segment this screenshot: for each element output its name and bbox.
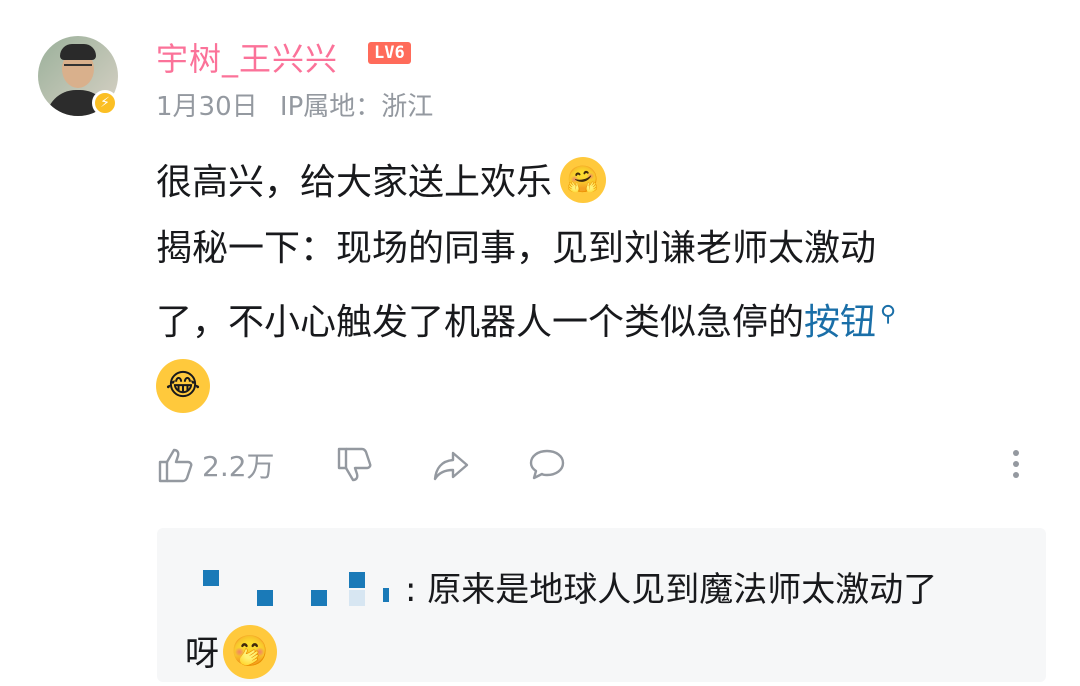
action-bar: 2.2万: [156, 438, 1036, 492]
comment-icon: [529, 449, 564, 480]
reply-line-1: : 原来是地球人见到魔法师太激动了: [185, 558, 1015, 622]
comment-line-3: 了，不小心触发了机器人一个类似急停的按钮 ⚲: [156, 302, 897, 343]
comment-line-1: 很高兴，给大家送上欢乐 🤗: [156, 150, 1036, 216]
level-badge: LV6: [368, 42, 411, 64]
share-icon: [433, 451, 468, 481]
avatar-glasses: [64, 64, 92, 72]
avatar-hair: [60, 44, 96, 60]
reply-preview[interactable]: : 原来是地球人见到魔法师太激动了 呀 🤭: [157, 528, 1046, 682]
verified-badge-icon: ⚡: [92, 90, 118, 116]
like-count: 2.2万: [202, 450, 275, 483]
like-button[interactable]: 2.2万: [156, 445, 275, 485]
thumbs-up-icon: [158, 448, 193, 483]
facepalm-laugh-emoji-icon: 🤭: [223, 624, 277, 679]
redacted-username: [185, 566, 405, 610]
reply-line-2: 呀 🤭: [185, 622, 1015, 686]
dislike-button[interactable]: [335, 445, 375, 485]
laugh-cry-emoji-icon: 😂: [156, 359, 210, 413]
comment-button[interactable]: [527, 445, 567, 485]
thumbs-down-icon: [337, 447, 371, 482]
more-options-button[interactable]: [996, 444, 1036, 484]
share-button[interactable]: [431, 445, 471, 485]
more-vertical-icon: [1013, 450, 1019, 478]
comment-line-2: 揭秘一下：现场的同事，见到刘谦老师太激动: [156, 228, 877, 269]
comment-line-4: 😂: [156, 356, 1036, 422]
search-icon[interactable]: ⚲: [880, 302, 896, 327]
comment-content: 很高兴，给大家送上欢乐 🤗 揭秘一下：现场的同事，见到刘谦老师太激动 了，不小心触…: [156, 150, 1036, 422]
search-link[interactable]: 按钮: [804, 302, 876, 343]
username[interactable]: 宇树_王兴兴: [156, 34, 338, 80]
ip-location: IP属地：浙江: [279, 92, 434, 122]
reply-text: : 原来是地球人见到魔法师太激动了 呀 🤭: [185, 558, 1015, 686]
comment-date: 1月30日: [156, 92, 258, 122]
comment-meta: 1月30日 IP属地：浙江: [156, 86, 433, 123]
hug-emoji-icon: 🤗: [560, 157, 607, 203]
